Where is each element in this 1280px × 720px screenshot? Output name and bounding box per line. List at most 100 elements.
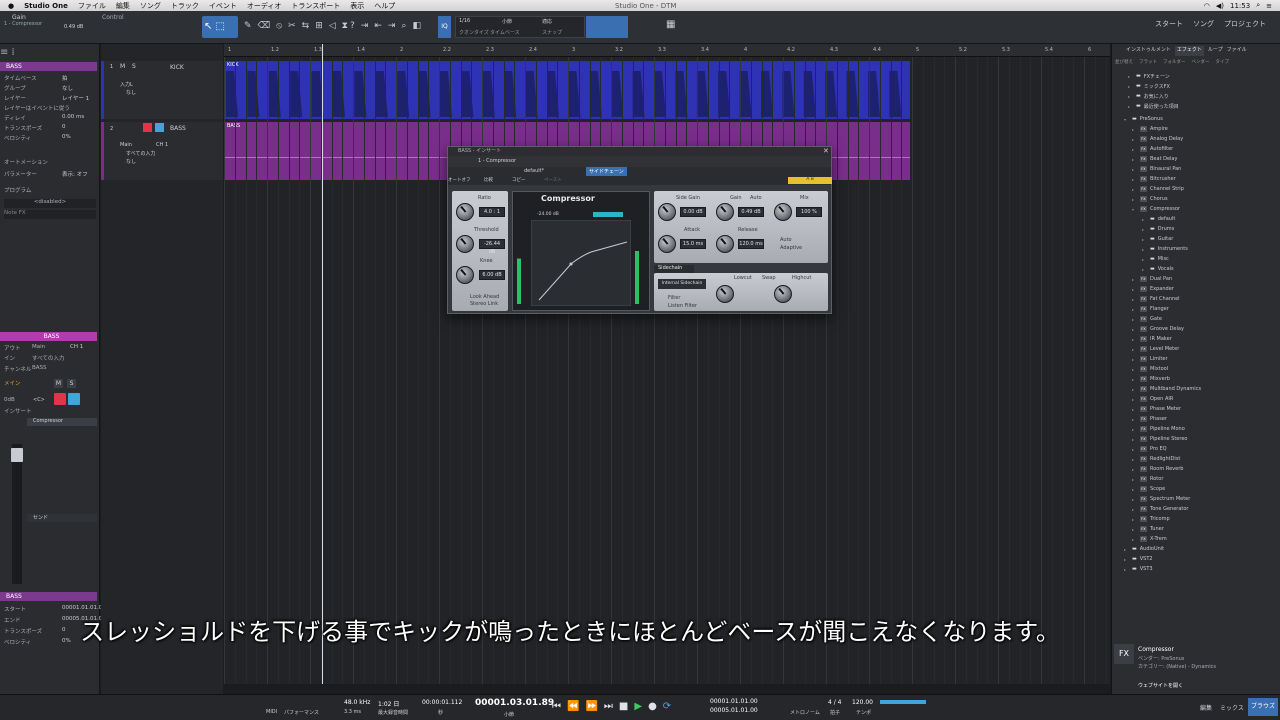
swap-label[interactable]: Swap <box>762 275 776 281</box>
channel-name[interactable]: BASS <box>0 332 97 341</box>
browser-item[interactable]: ▸ FX Tricomp <box>1132 514 1170 524</box>
browser-item[interactable]: ▸ FX X-Trem <box>1132 534 1167 544</box>
browser-item[interactable]: ▸ FX Channel Strip <box>1132 184 1184 194</box>
tab-edit[interactable]: 編集 <box>1200 703 1212 712</box>
inspector-row[interactable]: タイムベース拍 <box>4 74 96 83</box>
browser-item[interactable]: ▸ FX Open AIR <box>1132 394 1173 404</box>
metronome-label[interactable]: メトロノーム <box>790 709 820 716</box>
browser-tab-3[interactable]: ファイル <box>1227 46 1247 56</box>
loop-left[interactable]: 00001.01.01.00 <box>710 698 758 705</box>
chevron-right-icon[interactable]: ▸ <box>1132 477 1137 482</box>
chevron-right-icon[interactable]: ▸ <box>1132 157 1137 162</box>
browser-item[interactable]: ▸ FX Chorus <box>1132 194 1168 204</box>
tab-start[interactable]: スタート <box>1155 19 1183 29</box>
chevron-right-icon[interactable]: ▸ <box>1132 467 1137 472</box>
highcut-knob[interactable] <box>774 285 792 303</box>
time-signature[interactable]: 4 / 4 <box>828 699 841 706</box>
ratio-knob[interactable] <box>456 203 474 221</box>
lowcut-knob[interactable] <box>716 285 734 303</box>
kick-solo[interactable]: S <box>132 63 136 70</box>
browser-item[interactable]: ▸ FX Dual Pan <box>1132 274 1172 284</box>
chevron-right-icon[interactable]: ▸ <box>1128 74 1133 79</box>
browser-item[interactable]: ▸ ▬ お気に入り <box>1128 91 1169 101</box>
chevron-right-icon[interactable]: ▸ <box>1132 437 1137 442</box>
param-row[interactable]: パラメーター 表示: オフ <box>4 170 96 179</box>
timebase-value[interactable]: 小節 <box>502 18 512 25</box>
attack-knob[interactable] <box>658 235 676 253</box>
program-select[interactable]: <disabled> <box>4 199 96 208</box>
browser-item[interactable]: ▸ FX Limiter <box>1132 354 1168 364</box>
chevron-right-icon[interactable]: ▸ <box>1142 267 1147 272</box>
tab-browse[interactable]: ブラウズ <box>1248 698 1278 716</box>
inspector-toggle-icon[interactable]: ≡ ⁞ <box>0 47 97 58</box>
paste[interactable]: ペースト <box>544 177 562 183</box>
browser-item[interactable]: ▸ ▬ default <box>1142 214 1175 224</box>
record-icon[interactable]: ● <box>648 701 657 712</box>
bass-monitor[interactable] <box>155 123 164 132</box>
sidegain-knob[interactable] <box>658 203 676 221</box>
chevron-right-icon[interactable]: ▸ <box>1132 297 1137 302</box>
menu-4[interactable]: イベント <box>209 1 237 11</box>
bass-input[interactable]: すべての入力 <box>126 150 155 157</box>
bass-rec[interactable] <box>143 123 152 132</box>
chevron-right-icon[interactable]: ▸ <box>1132 417 1137 422</box>
menu-0[interactable]: ファイル <box>78 1 106 11</box>
browser-sort-3[interactable]: ベンダー <box>1192 59 1210 69</box>
threshold-knob[interactable] <box>456 235 474 253</box>
browser-item[interactable]: ▸ FX Expander <box>1132 284 1174 294</box>
menu-7[interactable]: 表示 <box>350 1 364 11</box>
browser-sort-0[interactable]: 並び替え <box>1115 59 1133 69</box>
browser-sort-2[interactable]: フォルダー <box>1163 59 1186 69</box>
chevron-right-icon[interactable]: ▸ <box>1132 387 1137 392</box>
chevron-right-icon[interactable]: ▸ <box>1128 84 1133 89</box>
play-icon[interactable]: ▶ <box>634 701 642 712</box>
chevron-right-icon[interactable]: ▸ <box>1142 257 1147 262</box>
playhead[interactable] <box>322 44 323 684</box>
browser-item[interactable]: ▸ ▬ Instruments <box>1142 244 1188 254</box>
chevron-right-icon[interactable]: ▸ <box>1132 197 1137 202</box>
browser-item[interactable]: ▸ FX Tone Generator <box>1132 504 1189 514</box>
chevron-right-icon[interactable]: ▸ <box>1142 227 1147 232</box>
clock[interactable]: 11:53 <box>1230 2 1250 10</box>
browser-item[interactable]: ▸ ▬ ミックスFX <box>1128 81 1170 91</box>
chevron-right-icon[interactable]: ▸ <box>1132 277 1137 282</box>
kick-clip[interactable]: KICK <box>224 61 910 119</box>
browser-item[interactable]: ▸ FX Flanger <box>1132 304 1169 314</box>
plugin-titlebar[interactable]: BASS - インサート <box>448 147 831 156</box>
chevron-right-icon[interactable]: ▸ <box>1132 327 1137 332</box>
browser-item[interactable]: ▸ ▬ Misc <box>1142 254 1169 264</box>
gain-value[interactable]: 0.49 dB <box>738 207 764 217</box>
chevron-right-icon[interactable]: ▸ <box>1132 347 1137 352</box>
chevron-right-icon[interactable]: ▸ <box>1132 537 1137 542</box>
browser-item[interactable]: ▸ FX Tuner <box>1132 524 1164 534</box>
browser-item[interactable]: ▸ FX Analog Delay <box>1132 134 1183 144</box>
chevron-right-icon[interactable]: ▸ <box>1142 217 1147 222</box>
out-row[interactable]: アウト Main CH 1 <box>4 344 96 353</box>
tab-project[interactable]: プロジェクト <box>1224 19 1266 29</box>
volume-fader[interactable] <box>12 444 22 584</box>
chevron-right-icon[interactable]: ▸ <box>1132 527 1137 532</box>
compare[interactable]: 比較 <box>484 177 493 183</box>
gain-knob[interactable] <box>716 203 734 221</box>
list-icon[interactable]: ≡ <box>1266 2 1272 10</box>
browser-sort-1[interactable]: フラット <box>1139 59 1157 69</box>
inspector-row[interactable]: ディレイ 0.00 ms <box>4 114 96 123</box>
lookahead-label[interactable]: Look Ahead <box>470 294 499 300</box>
kick-track-name[interactable]: KICK <box>170 64 184 71</box>
browser-item[interactable]: ▸ FX Room Reverb <box>1132 464 1183 474</box>
loop-right[interactable]: 00005.01.01.00 <box>710 707 758 714</box>
chevron-right-icon[interactable]: ▸ <box>1132 287 1137 292</box>
wifi-icon[interactable]: ◠ <box>1204 2 1210 10</box>
chevron-right-icon[interactable]: ▸ <box>1132 127 1137 132</box>
chevron-right-icon[interactable]: ▸ <box>1124 547 1129 552</box>
browser-item[interactable]: ▸ FX Bitcrusher <box>1132 174 1176 184</box>
note-fx[interactable]: Note FX <box>4 210 96 219</box>
menu-8[interactable]: ヘルプ <box>374 1 395 11</box>
snap-mode-buttons[interactable] <box>586 16 628 38</box>
snap-value[interactable]: 適応 <box>542 18 552 25</box>
browser-item[interactable]: ▸ FX Phaser <box>1132 414 1167 424</box>
release-knob[interactable] <box>716 235 734 253</box>
browser-item[interactable]: ▸ FX Mixtool <box>1132 364 1168 374</box>
solo-button[interactable]: S <box>67 379 76 388</box>
send-slot[interactable]: センド <box>27 514 97 522</box>
